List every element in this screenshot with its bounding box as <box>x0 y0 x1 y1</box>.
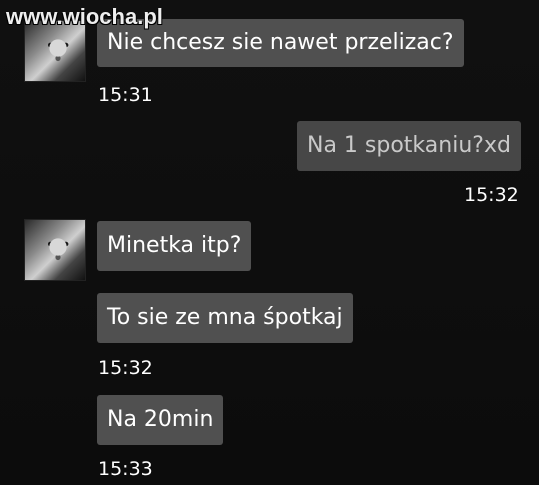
contact-avatar[interactable] <box>24 219 86 281</box>
chat-conversation[interactable]: www.wiocha.pl Nie chcesz sie nawet przel… <box>0 0 539 485</box>
watermark-logo: www.wiocha.pl <box>6 4 163 29</box>
message-timestamp: 15:31 <box>98 84 153 106</box>
outgoing-message-bubble[interactable]: Na 1 spotkaniu?xd <box>297 121 521 171</box>
incoming-message-bubble[interactable]: Minetka itp? <box>97 221 252 271</box>
message-timestamp: 15:33 <box>98 458 153 480</box>
message-timestamp: 15:32 <box>98 357 153 379</box>
incoming-message-bubble[interactable]: To sie ze mna śpotkaj <box>97 293 353 343</box>
incoming-message-bubble[interactable]: Na 20min <box>97 395 224 445</box>
message-timestamp: 15:32 <box>464 184 519 206</box>
